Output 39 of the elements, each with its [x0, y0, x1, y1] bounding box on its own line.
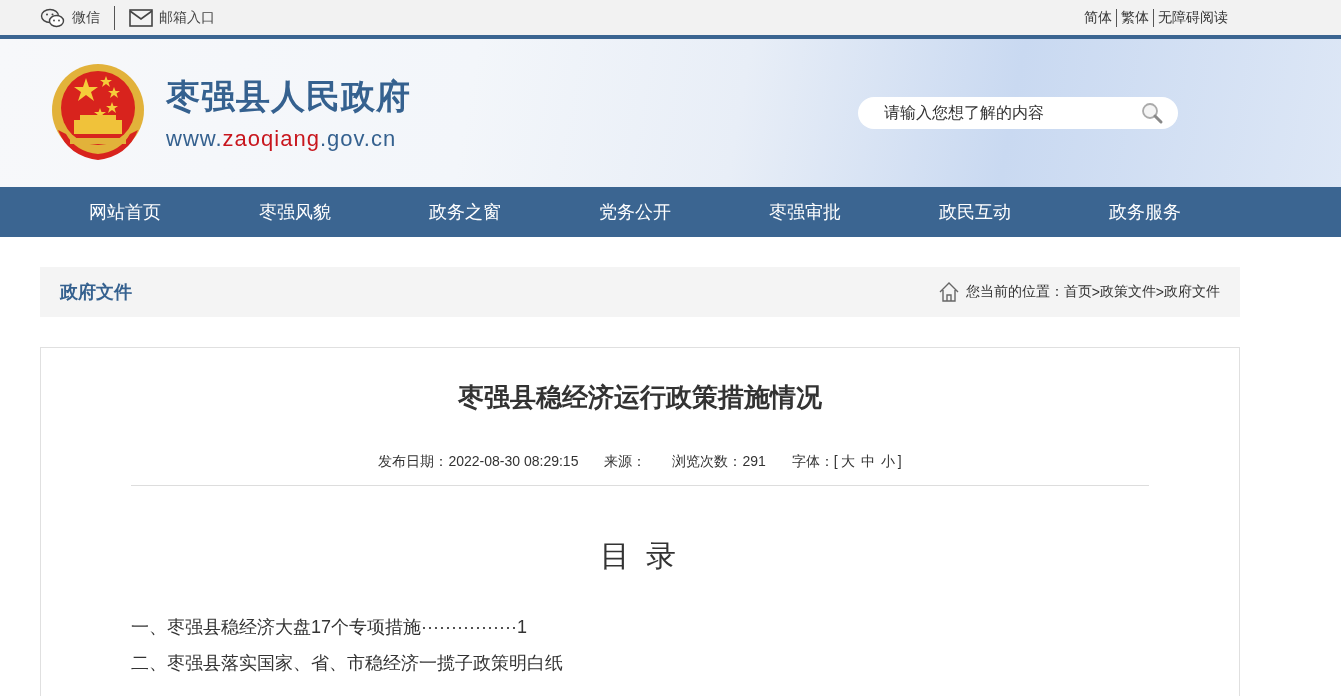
meta-text: 浏览次数：291 [672, 453, 766, 471]
search-field[interactable]: 请输入您想了解的内容 [858, 97, 1178, 129]
nav-item[interactable]: 政务之窗 [380, 187, 550, 237]
breadcrumb-link[interactable]: 政府文件 [1164, 283, 1220, 301]
font-size-label: 字体： [791, 453, 834, 471]
location-label: 您当前的位置： [965, 283, 1064, 301]
breadcrumb-separator: > [1091, 284, 1100, 300]
breadcrumb-link[interactable]: 首页 [1063, 283, 1092, 301]
site-title: 枣强县人民政府 [166, 76, 411, 117]
font-size-link[interactable]: 小 [880, 453, 895, 471]
section-title: 政府文件 [60, 281, 132, 304]
bracket-text: [ [833, 453, 838, 471]
nav-item[interactable]: 政民互动 [890, 187, 1060, 237]
toc-entry: 二、枣强县落实国家、省、市稳经济一揽子政策明白纸 [131, 652, 564, 675]
wechat-icon [40, 7, 66, 28]
meta-text: 来源： [604, 453, 647, 471]
nav-item[interactable]: 网站首页 [40, 187, 210, 237]
toc-heading: 目 录 [598, 538, 682, 574]
mail-icon [129, 8, 153, 27]
nav-item[interactable]: 枣强风貌 [210, 187, 380, 237]
meta-text: 发布日期：2022-08-30 08:29:15 [378, 453, 579, 471]
article-title: 枣强县稳经济运行政策措施情况 [457, 381, 823, 414]
breadcrumb-link[interactable]: 政策文件 [1099, 283, 1156, 301]
font-size-link[interactable]: 中 [860, 453, 875, 471]
top-link[interactable]: 微信 [40, 7, 100, 28]
language-link[interactable]: 无障碍阅读 [1158, 8, 1228, 27]
bracket-text: ] [897, 453, 902, 471]
font-size-link[interactable]: 大 [840, 453, 855, 471]
language-link[interactable]: 简体 [1084, 8, 1112, 27]
nav-item[interactable]: 枣强审批 [720, 187, 890, 237]
breadcrumb-separator: > [1155, 284, 1164, 300]
home-icon[interactable] [937, 281, 960, 303]
search-icon[interactable] [1140, 101, 1164, 125]
language-link[interactable]: 繁体 [1121, 8, 1149, 27]
site-url: www.zaoqiang.gov.cn [166, 126, 398, 152]
top-link[interactable]: 邮箱入口 [129, 8, 215, 27]
nav-item[interactable]: 政务服务 [1060, 187, 1230, 237]
nav-item[interactable]: 党务公开 [550, 187, 720, 237]
toc-entry: 一、枣强县稳经济大盘17个专项措施················1 [131, 616, 528, 639]
